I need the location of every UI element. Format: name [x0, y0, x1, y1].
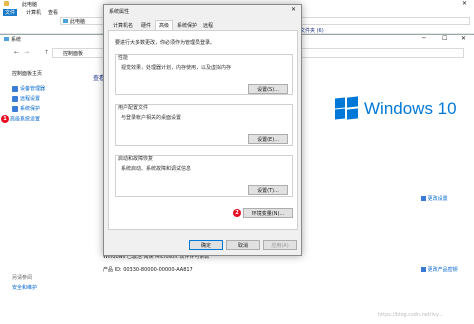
user-profiles-settings-button[interactable]: 设置(E)...	[248, 134, 288, 144]
user-profiles-desc: 与登录帐户相关的桌面设置	[121, 115, 182, 121]
sidebar-item-device-manager[interactable]: 设备管理器	[12, 85, 45, 92]
computer-icon	[63, 19, 68, 23]
step-badge-2: 2	[233, 209, 241, 217]
product-id-label: 产品 ID: 00330-80000-00000-AA817	[103, 267, 193, 273]
startup-recovery-group: 启动和故障恢复 系统启动、系统故障和调试信息 设置(T)...	[115, 155, 293, 197]
system-properties-dialog: 系统属性 ✕ 计算机名 硬件 高级 系统保护 远程 要进行大多数更改，你必须作为…	[103, 4, 302, 256]
change-settings-link[interactable]: 更改设置	[421, 195, 448, 202]
watermark-text: https://blog.csdn.net/ivy...	[378, 312, 443, 318]
explorer-close-icon[interactable]: ✕	[462, 0, 467, 7]
windows-logo	[335, 96, 358, 120]
maximize-icon[interactable]: ☐	[442, 35, 447, 42]
performance-title: 性能	[118, 55, 129, 61]
startup-recovery-title: 启动和故障恢复	[118, 156, 154, 162]
sidebar-item-protection[interactable]: 系统保护	[12, 105, 40, 112]
shield-icon	[421, 196, 426, 201]
cp-title: 系统	[11, 37, 22, 43]
apply-button[interactable]: 应用(A)	[263, 240, 297, 250]
sidebar-item-remote[interactable]: 远程设置	[12, 95, 40, 102]
explorer-title: 此电脑	[22, 2, 38, 8]
explorer-folders-label: 文件夹 (6)	[300, 28, 324, 34]
performance-group: 性能 视觉效果，处理器计划，内存使用，以及虚拟内存 设置(S)...	[115, 54, 293, 95]
tab-computer-name[interactable]: 计算机名	[108, 21, 138, 30]
sidebar-item-advanced[interactable]: 1 高级系统设置	[1, 115, 40, 123]
tab-remote[interactable]: 远程	[201, 21, 215, 30]
ribbon-tab-file[interactable]: 文件	[3, 9, 18, 16]
system-icon	[4, 37, 9, 41]
minimize-icon[interactable]: ─	[422, 35, 426, 42]
close-icon[interactable]: ✕	[461, 35, 466, 42]
tab-system-protection[interactable]: 系统保护	[174, 21, 200, 30]
dialog-title: 系统属性	[109, 9, 130, 15]
admin-note: 要进行大多数更改，你必须作为管理员登录。	[115, 40, 216, 46]
shield-icon	[12, 85, 18, 92]
cp-sidebar: 控制面板主页 设备管理器 远程设置 系统保护 1 高级系统设置 另请参阅 安全和维…	[0, 49, 95, 324]
change-product-key-link[interactable]: 更改产品密钥	[421, 266, 458, 273]
tab-hardware[interactable]: 硬件	[138, 21, 154, 30]
startup-recovery-settings-button[interactable]: 设置(T)...	[248, 185, 288, 195]
cp-home-link[interactable]: 控制面板主页	[12, 70, 42, 77]
shield-icon	[12, 105, 18, 112]
shield-icon	[421, 267, 426, 272]
shield-icon	[12, 95, 18, 102]
see-also-title: 另请参阅	[12, 275, 33, 281]
startup-recovery-desc: 系统启动、系统故障和调试信息	[121, 166, 192, 172]
user-profiles-group: 用户配置文件 与登录帐户相关的桌面设置 设置(E)...	[115, 104, 293, 146]
see-also-security-link[interactable]: 安全和维护	[12, 284, 37, 291]
cancel-button[interactable]: 取消	[226, 240, 260, 250]
dialog-close-icon[interactable]: ✕	[291, 6, 296, 13]
user-profiles-title: 用户配置文件	[118, 105, 149, 111]
ribbon-tab-computer[interactable]: 计算机	[26, 9, 41, 16]
performance-settings-button[interactable]: 设置(S)...	[248, 84, 288, 94]
environment-variables-button[interactable]: 环境变量(N)...	[243, 208, 293, 218]
ok-button[interactable]: 确定	[189, 240, 223, 250]
explorer-quick-access-icon[interactable]	[4, 1, 9, 6]
tab-advanced[interactable]: 高级	[155, 20, 173, 30]
ribbon-tab-view[interactable]: 查看	[48, 9, 58, 16]
explorer-address-text: 此电脑	[70, 19, 86, 25]
windows-10-text: Windows 10	[364, 99, 457, 118]
performance-desc: 视觉效果，处理器计划，内存使用，以及虚拟内存	[121, 65, 232, 71]
step-badge-1: 1	[1, 115, 9, 123]
